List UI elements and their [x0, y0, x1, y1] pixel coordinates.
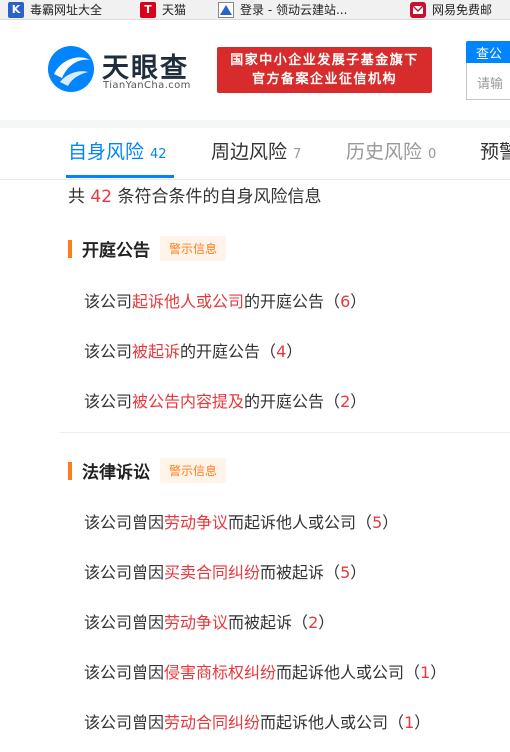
tab-label: 历史风险: [346, 141, 423, 163]
site-logo[interactable]: 天眼查 TianYanCha.com: [46, 44, 206, 94]
item-highlight: 被起诉: [132, 342, 181, 361]
item-prefix: 该公司曾因: [84, 713, 165, 732]
item-highlight: 被公告内容提及: [132, 392, 245, 411]
item-count: （6）: [324, 292, 367, 311]
bookmark-netease-mail[interactable]: 网易免费邮: [410, 0, 493, 19]
section-title-text: 法律诉讼: [82, 463, 150, 483]
summary-prefix: 共: [68, 187, 91, 207]
tab-self-risk[interactable]: 自身风险 42: [68, 137, 167, 164]
section-marker: [68, 461, 72, 480]
item-count: （1）: [388, 713, 431, 732]
section-marker: [68, 239, 72, 258]
item-count: （1）: [404, 663, 447, 682]
tab-label: 预警: [480, 141, 510, 163]
list-item[interactable]: 该公司曾因劳动争议而被起诉（2）: [84, 609, 334, 633]
item-count-number: 5: [340, 563, 351, 582]
section-title-court-notice: 开庭公告 警示信息: [68, 236, 227, 261]
item-count-number: 2: [340, 392, 351, 411]
warning-badge: 警示信息: [160, 236, 227, 261]
item-count: （2）: [292, 613, 335, 632]
bookmark-label: 登录 - 领动云建站...: [240, 3, 348, 17]
item-suffix: 的开庭公告: [244, 392, 325, 411]
item-suffix: 而被起诉: [260, 563, 325, 582]
slogan-line-2: 官方备案企业征信机构: [251, 72, 397, 87]
section-divider: [0, 120, 510, 128]
tab-label: 自身风险: [68, 141, 145, 163]
item-prefix: 该公司曾因: [84, 513, 165, 532]
list-item[interactable]: 该公司曾因侵害商标权纠纷而起诉他人或公司（1）: [84, 659, 446, 683]
k-logo-icon: K: [8, 1, 24, 18]
item-highlight: 起诉他人或公司: [132, 292, 245, 311]
tianyancha-logo-icon: [48, 46, 94, 92]
item-suffix: 的开庭公告: [180, 342, 261, 361]
tab-count: 7: [293, 147, 302, 162]
list-item[interactable]: 该公司曾因买卖合同纠纷而被起诉（5）: [84, 559, 366, 583]
item-highlight: 买卖合同纠纷: [164, 563, 261, 582]
bookmark-duba[interactable]: K 毒霸网址大全: [8, 0, 103, 19]
search-input[interactable]: 请输: [466, 63, 510, 100]
section-separator: [60, 432, 510, 433]
section-title-text: 开庭公告: [82, 241, 150, 261]
item-count-number: 2: [308, 613, 319, 632]
item-suffix: 的开庭公告: [244, 292, 325, 311]
item-count-number: 6: [340, 292, 351, 311]
warning-badge: 警示信息: [160, 458, 227, 483]
item-highlight: 劳动合同纠纷: [164, 713, 261, 732]
item-prefix: 该公司曾因: [84, 613, 165, 632]
risk-tabs: 自身风险 42 周边风险 7 历史风险 0 预警: [0, 128, 510, 180]
bookmarks-bar: K 毒霸网址大全 T 天猫 登录 - 领动云建站... 网易免费邮: [0, 0, 510, 20]
tab-count: 0: [428, 147, 437, 162]
item-prefix: 该公司: [84, 292, 133, 311]
item-highlight: 劳动争议: [164, 613, 229, 632]
bookmark-label: 天猫: [162, 3, 187, 17]
slogan-banner: 国家中小企业发展子基金旗下 官方备案企业征信机构: [217, 47, 432, 93]
search-box: 查公 请输: [466, 41, 510, 101]
tab-label: 周边风险: [211, 141, 288, 163]
item-count: （4）: [260, 342, 303, 361]
search-tab-company[interactable]: 查公: [466, 41, 510, 63]
item-count-number: 5: [372, 513, 383, 532]
item-highlight: 劳动争议: [164, 513, 229, 532]
bookmark-login[interactable]: 登录 - 领动云建站...: [218, 0, 348, 19]
item-count: （5）: [356, 513, 399, 532]
item-prefix: 该公司曾因: [84, 663, 165, 682]
logo-subtext: TianYanCha.com: [103, 80, 191, 91]
list-item[interactable]: 该公司被公告内容提及的开庭公告（2）: [84, 388, 366, 412]
item-suffix: 而被起诉: [228, 613, 293, 632]
list-item[interactable]: 该公司被起诉的开庭公告（4）: [84, 338, 302, 362]
item-count-number: 1: [420, 663, 431, 682]
item-count-number: 1: [404, 713, 415, 732]
item-prefix: 该公司: [84, 342, 133, 361]
risk-summary: 共 42 条符合条件的自身风险信息: [68, 182, 321, 207]
list-item[interactable]: 该公司起诉他人或公司的开庭公告（6）: [84, 288, 366, 312]
tmall-icon: T: [140, 1, 156, 18]
bookmark-page-icon: [218, 1, 234, 18]
bookmark-tmall[interactable]: T 天猫: [140, 0, 187, 19]
site-header: 天眼查 TianYanCha.com 国家中小企业发展子基金旗下 官方备案企业征…: [0, 21, 510, 120]
list-item[interactable]: 该公司曾因劳动争议而起诉他人或公司（5）: [84, 509, 398, 533]
tab-warning[interactable]: 预警: [480, 137, 510, 164]
item-prefix: 该公司: [84, 392, 133, 411]
item-count: （5）: [324, 563, 367, 582]
item-count-number: 4: [276, 342, 287, 361]
slogan-line-1: 国家中小企业发展子基金旗下: [230, 53, 419, 68]
summary-count: 42: [90, 187, 113, 207]
item-suffix: 而起诉他人或公司: [228, 513, 357, 532]
tab-count: 42: [150, 147, 167, 162]
item-highlight: 侵害商标权纠纷: [164, 663, 277, 682]
list-item[interactable]: 该公司曾因劳动合同纠纷而起诉他人或公司（1）: [84, 709, 430, 733]
tab-history-risk[interactable]: 历史风险 0: [346, 137, 436, 164]
netease-mail-icon: [410, 1, 426, 18]
active-tab-indicator: [66, 175, 174, 178]
summary-suffix: 条符合条件的自身风险信息: [112, 187, 322, 207]
item-suffix: 而起诉他人或公司: [260, 713, 389, 732]
item-suffix: 而起诉他人或公司: [276, 663, 405, 682]
bookmark-label: 网易免费邮: [432, 3, 493, 17]
item-count: （2）: [324, 392, 367, 411]
tab-surrounding-risk[interactable]: 周边风险 7: [211, 137, 301, 164]
item-prefix: 该公司曾因: [84, 563, 165, 582]
section-title-lawsuit: 法律诉讼 警示信息: [68, 458, 227, 483]
bookmark-label: 毒霸网址大全: [30, 3, 103, 17]
